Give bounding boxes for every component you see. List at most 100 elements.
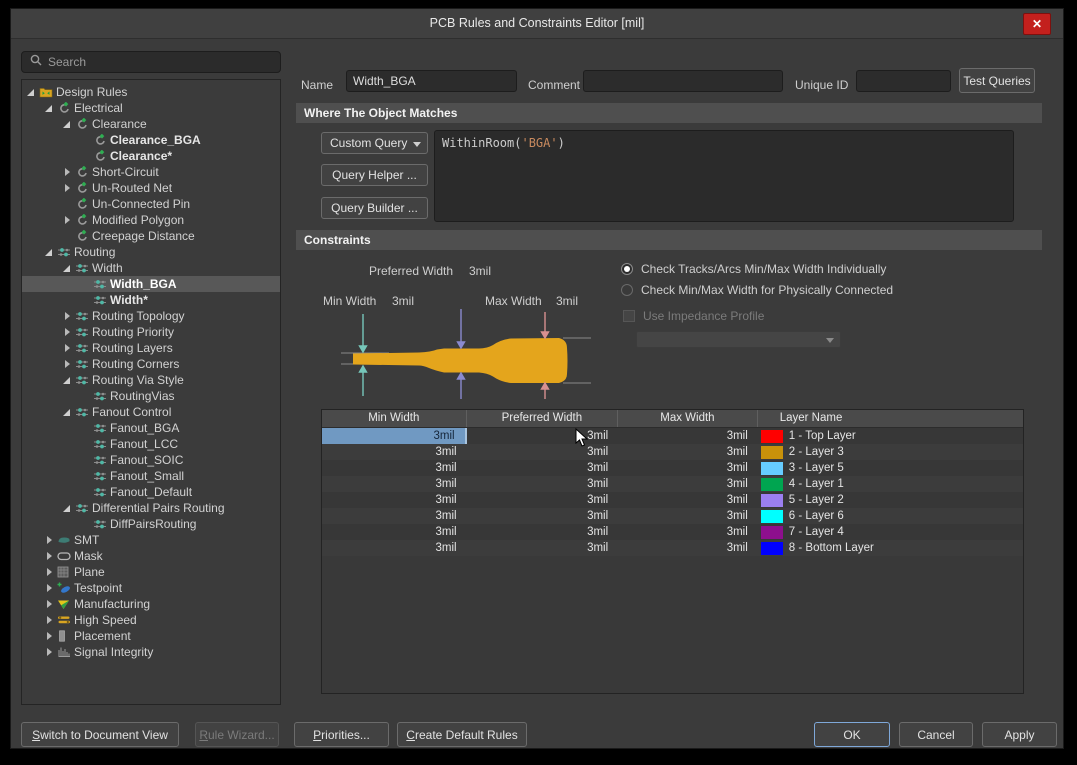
max-width-cell[interactable]: 3mil	[618, 444, 758, 460]
min-width-cell[interactable]: 3mil	[322, 476, 467, 492]
expander-icon[interactable]	[44, 246, 57, 258]
table-row[interactable]: 3mil 3mil 3mil 5 - Layer 2	[322, 492, 1023, 508]
tree-item-short-circuit[interactable]: Short-Circuit	[22, 164, 280, 180]
expander-icon[interactable]	[62, 358, 75, 370]
preferred-width-cell[interactable]: 3mil	[467, 492, 619, 508]
tree-item-routing-via-style[interactable]: Routing Via Style	[22, 372, 280, 388]
query-helper-button[interactable]: Query Helper ...	[321, 164, 428, 186]
layer-name-cell[interactable]: 8 - Bottom Layer	[758, 540, 1023, 556]
test-queries-button[interactable]: Test Queries	[959, 68, 1035, 93]
tree-item-high-speed[interactable]: High Speed	[22, 612, 280, 628]
unique-id-field[interactable]	[856, 70, 951, 92]
preferred-width-cell[interactable]: 3mil	[467, 476, 619, 492]
tree-item-clearance[interactable]: Clearance	[22, 116, 280, 132]
layer-name-cell[interactable]: 5 - Layer 2	[758, 492, 1023, 508]
table-row[interactable]: 3mil 3mil 3mil 1 - Top Layer	[322, 428, 1023, 444]
layer-name-cell[interactable]: 1 - Top Layer	[758, 428, 1023, 444]
rule-wizard-button[interactable]: Rule Wizard...	[195, 722, 279, 747]
min-width-cell[interactable]: 3mil	[322, 428, 467, 444]
expander-icon[interactable]	[62, 166, 75, 178]
tree-item-routing[interactable]: Routing	[22, 244, 280, 260]
expander-icon[interactable]	[62, 118, 75, 130]
preferred-width-cell[interactable]: 3mil	[467, 460, 619, 476]
rules-tree[interactable]: Design Rules Electrical Clearance Clearance…	[21, 79, 281, 705]
cancel-button[interactable]: Cancel	[899, 722, 973, 747]
create-default-rules-button[interactable]: Create Default Rules	[397, 722, 527, 747]
column-header-max-width[interactable]: Max Width	[618, 410, 758, 427]
query-builder-button[interactable]: Query Builder ...	[321, 197, 428, 219]
use-impedance-checkbox[interactable]: Use Impedance Profile	[623, 309, 764, 323]
apply-button[interactable]: Apply	[982, 722, 1057, 747]
table-row[interactable]: 3mil 3mil 3mil 4 - Layer 1	[322, 476, 1023, 492]
expander-icon[interactable]	[62, 310, 75, 322]
query-editor[interactable]: WithinRoom('BGA')	[434, 130, 1014, 222]
layer-name-cell[interactable]: 7 - Layer 4	[758, 524, 1023, 540]
min-width-cell[interactable]: 3mil	[322, 524, 467, 540]
tree-item-fanout-soic[interactable]: Fanout_SOIC	[22, 452, 280, 468]
comment-field[interactable]	[583, 70, 783, 92]
tree-item-testpoint[interactable]: Testpoint	[22, 580, 280, 596]
expander-icon[interactable]	[62, 502, 75, 514]
max-width-cell[interactable]: 3mil	[618, 492, 758, 508]
preferred-width-cell[interactable]: 3mil	[467, 540, 619, 556]
expander-icon[interactable]	[44, 534, 57, 546]
expander-icon[interactable]	[44, 582, 57, 594]
switch-to-document-view-button[interactable]: Switch to Document View	[21, 722, 179, 747]
tree-item-routing-topology[interactable]: Routing Topology	[22, 308, 280, 324]
expander-icon[interactable]	[62, 342, 75, 354]
expander-icon[interactable]	[44, 646, 57, 658]
tree-item-mask[interactable]: Mask	[22, 548, 280, 564]
max-width-cell[interactable]: 3mil	[618, 460, 758, 476]
min-width-cell[interactable]: 3mil	[322, 492, 467, 508]
expander-icon[interactable]	[62, 182, 75, 194]
table-row[interactable]: 3mil 3mil 3mil 8 - Bottom Layer	[322, 540, 1023, 556]
expander-icon[interactable]	[44, 598, 57, 610]
column-header-layer-name[interactable]: Layer Name	[758, 410, 1023, 427]
preferred-width-cell[interactable]: 3mil	[467, 444, 619, 460]
preferred-width-cell[interactable]: 3mil	[467, 508, 619, 524]
tree-item-width-bga[interactable]: Width_BGA	[22, 276, 280, 292]
max-width-cell[interactable]: 3mil	[618, 524, 758, 540]
tree-item-fanout-control[interactable]: Fanout Control	[22, 404, 280, 420]
tree-item-diffpairsrouting[interactable]: DiffPairsRouting	[22, 516, 280, 532]
layer-name-cell[interactable]: 4 - Layer 1	[758, 476, 1023, 492]
table-row[interactable]: 3mil 3mil 3mil 6 - Layer 6	[322, 508, 1023, 524]
close-button[interactable]: ✕	[1023, 13, 1051, 35]
tree-item-fanout-bga[interactable]: Fanout_BGA	[22, 420, 280, 436]
check-individually-radio[interactable]: Check Tracks/Arcs Min/Max Width Individu…	[621, 262, 886, 276]
expander-icon[interactable]	[62, 262, 75, 274]
tree-item-electrical[interactable]: Electrical	[22, 100, 280, 116]
max-width-cell[interactable]: 3mil	[618, 428, 758, 444]
expander-icon[interactable]	[44, 566, 57, 578]
tree-item-differential-pairs-routing[interactable]: Differential Pairs Routing	[22, 500, 280, 516]
tree-item-modified-polygon[interactable]: Modified Polygon	[22, 212, 280, 228]
table-row[interactable]: 3mil 3mil 3mil 7 - Layer 4	[322, 524, 1023, 540]
expander-icon[interactable]	[44, 630, 57, 642]
max-width-cell[interactable]: 3mil	[618, 508, 758, 524]
min-width-cell[interactable]: 3mil	[322, 508, 467, 524]
table-row[interactable]: 3mil 3mil 3mil 2 - Layer 3	[322, 444, 1023, 460]
tree-item-creepage-distance[interactable]: Creepage Distance	[22, 228, 280, 244]
name-field[interactable]	[346, 70, 517, 92]
tree-item-fanout-lcc[interactable]: Fanout_LCC	[22, 436, 280, 452]
expander-icon[interactable]	[62, 326, 75, 338]
tree-item-routing-priority[interactable]: Routing Priority	[22, 324, 280, 340]
ok-button[interactable]: OK	[814, 722, 890, 747]
preferred-width-value[interactable]: 3mil	[469, 264, 491, 278]
layer-name-cell[interactable]: 3 - Layer 5	[758, 460, 1023, 476]
min-width-cell[interactable]: 3mil	[322, 460, 467, 476]
expander-icon[interactable]	[62, 214, 75, 226]
layer-name-cell[interactable]: 2 - Layer 3	[758, 444, 1023, 460]
tree-item-routing-corners[interactable]: Routing Corners	[22, 356, 280, 372]
tree-item-routingvias[interactable]: RoutingVias	[22, 388, 280, 404]
column-header-preferred-width[interactable]: Preferred Width	[467, 410, 619, 427]
query-scope-dropdown[interactable]: Custom Query	[321, 132, 428, 154]
tree-item-clearance-bga[interactable]: Clearance_BGA	[22, 132, 280, 148]
tree-item-manufacturing[interactable]: Manufacturing	[22, 596, 280, 612]
tree-item-routing-layers[interactable]: Routing Layers	[22, 340, 280, 356]
search-input[interactable]: Search	[21, 51, 281, 73]
impedance-profile-dropdown[interactable]	[636, 331, 841, 348]
expander-icon[interactable]	[26, 86, 39, 98]
column-header-min-width[interactable]: Min Width	[322, 410, 467, 427]
tree-item-smt[interactable]: SMT	[22, 532, 280, 548]
